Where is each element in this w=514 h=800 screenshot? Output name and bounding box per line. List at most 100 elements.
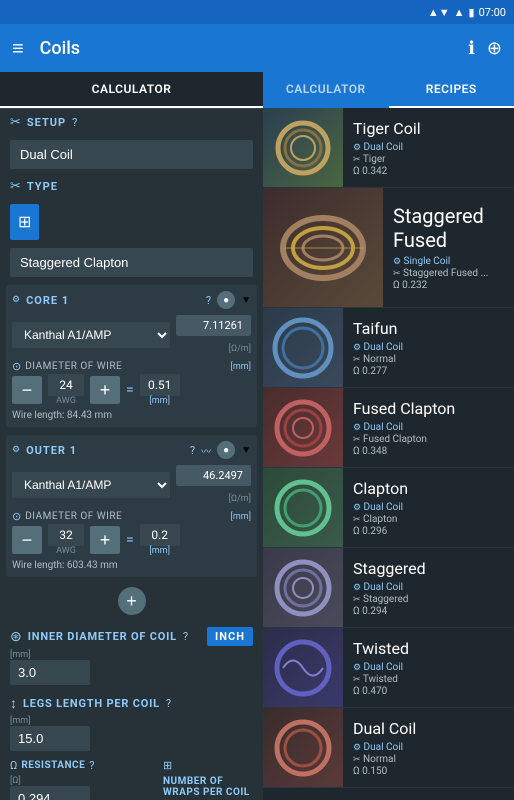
core1-mm-value: 0.51 <box>140 374 180 396</box>
outer1-chevron[interactable]: ▼ <box>241 445 251 456</box>
outer1-awg-value: 32 <box>48 524 84 546</box>
core1-diam-label-row: ⊙ DIAMETER OF WIRE <box>12 359 122 374</box>
legs-title: LEGS LENGTH PER COIL <box>23 697 160 710</box>
wraps-header: ⊞ NUMBER OF WRAPS PER COIL ? Wraps <box>163 759 253 800</box>
core1-toggle[interactable]: ● <box>217 291 235 309</box>
outer1-actions: ? 〰 ● ▼ <box>190 441 251 459</box>
outer1-awg-display: 32 AWG <box>48 524 84 556</box>
outer1-label: OUTER 1 <box>26 444 184 457</box>
tab-calculator-right[interactable]: CALCULATOR <box>263 72 389 108</box>
outer1-minus-button[interactable]: − <box>12 526 42 554</box>
core1-chevron[interactable]: ▼ <box>241 295 251 306</box>
recipe-setup: ⚙ Dual Coil <box>353 422 504 433</box>
status-bar: ▲▼ ▲ ▮ 07:00 <box>0 0 514 24</box>
recipe-info: Taifun ⚙ Dual Coil✂ NormalΩ 0.277 <box>343 308 514 387</box>
recipe-item[interactable]: Taifun ⚙ Dual Coil✂ NormalΩ 0.277 <box>263 308 514 388</box>
recipe-meta: ⚙ Dual Coil✂ NormalΩ 0.277 <box>353 342 504 377</box>
recipe-ohm: Ω 0.470 <box>353 686 504 697</box>
recipe-type: ✂ Staggered <box>353 594 504 605</box>
recipes-panel: CALCULATOR RECIPES Tiger Coil ⚙ Dual Coil… <box>263 72 514 800</box>
legs-question: ? <box>166 697 171 710</box>
recipe-ohm: Ω 0.294 <box>353 606 504 617</box>
inner-diam-input[interactable] <box>10 660 90 685</box>
recipe-item[interactable]: Twisted⚙ Dual Coil✂ TwistedΩ 0.470 <box>263 628 514 708</box>
tab-recipes[interactable]: RECIPES <box>389 72 514 108</box>
recipe-item[interactable]: Clapton⚙ Dual Coil✂ ClaptonΩ 0.296 <box>263 468 514 548</box>
inner-diam-question: ? <box>183 630 188 643</box>
core1-mm-display: 0.51 [mm] <box>140 374 180 406</box>
type-section: ⊞ <box>0 200 263 244</box>
core1-awg-display: 24 AWG <box>48 374 84 406</box>
recipe-ohm: Ω 0.296 <box>353 526 504 537</box>
recipe-item[interactable]: Fused Clapton⚙ Dual Coil✂ Fused ClaptonΩ… <box>263 388 514 468</box>
tabs-bar: CALCULATOR RECIPES <box>263 72 514 108</box>
type-section-header: ✂ TYPE <box>0 173 263 200</box>
core1-plus-button[interactable]: + <box>90 376 120 404</box>
recipe-setup: ⚙ Dual Coil <box>353 142 504 153</box>
outer1-diam-label: DIAMETER OF WIRE <box>25 509 122 524</box>
recipe-ohm: Ω 0.348 <box>353 446 504 457</box>
outer1-wire-select[interactable]: Kanthal A1/AMP <box>12 472 170 498</box>
recipe-ohm: Ω 0.150 <box>353 766 504 777</box>
recipe-thumbnail <box>263 708 343 788</box>
resistance-input[interactable] <box>10 786 90 800</box>
setup-dropdown[interactable]: Dual Coil <box>10 140 253 169</box>
recipe-item[interactable]: Tiger Coil⚙ Dual Coil✂ TigerΩ 0.342 <box>263 108 514 188</box>
recipe-info: Clapton⚙ Dual Coil✂ ClaptonΩ 0.296 <box>343 468 514 547</box>
outer1-toggle[interactable]: ● <box>217 441 235 459</box>
recipe-item[interactable]: Staggered Fused⚙ Single Coil✂ Staggered … <box>263 188 514 308</box>
recipe-info: Tiger Coil⚙ Dual Coil✂ TigerΩ 0.342 <box>343 108 514 187</box>
outer1-plus-button[interactable]: + <box>90 526 120 554</box>
recipe-name: Tiger Coil <box>353 119 504 138</box>
resistance-section: Ω RESISTANCE ? [Ω] ⊞ NUMBER OF WRAPS PER… <box>0 755 263 800</box>
recipe-thumbnail <box>263 468 343 548</box>
recipe-name: Taifun <box>353 319 504 338</box>
setup-question: ? <box>72 116 77 129</box>
recipe-thumbnail <box>263 548 343 628</box>
coil-type-dropdown[interactable]: Staggered Clapton <box>10 248 253 277</box>
core1-awg-value: 24 <box>48 374 84 396</box>
recipe-ohm: Ω 0.232 <box>393 280 504 291</box>
outer1-header: ⚙ OUTER 1 ? 〰 ● ▼ <box>12 441 251 459</box>
omega-icon: Ω <box>10 759 17 772</box>
recipe-setup: ⚙ Dual Coil <box>353 742 504 753</box>
menu-button[interactable]: ≡ <box>12 36 24 61</box>
type-grid: ⊞ <box>10 204 253 240</box>
inner-diam-icon: ⊛ <box>10 629 22 645</box>
core1-actions: ? ● ▼ <box>206 291 251 309</box>
resistance-label: RESISTANCE <box>21 760 85 771</box>
recipe-meta: ⚙ Dual Coil✂ ClaptonΩ 0.296 <box>353 502 504 537</box>
grid-view-button[interactable]: ⊞ <box>10 204 39 240</box>
tab-calculator[interactable]: CALCULATOR <box>0 72 263 108</box>
core1-minus-button[interactable]: − <box>12 376 42 404</box>
inch-toggle-button[interactable]: INCH <box>207 627 253 646</box>
core1-mm-unit: [mm] <box>149 396 170 406</box>
resistance-group: Ω RESISTANCE ? [Ω] <box>10 759 153 800</box>
legs-input[interactable] <box>10 726 90 751</box>
recipe-name: Staggered <box>353 559 504 578</box>
inner-diam-header: ⊛ INNER DIAMETER OF COIL ? INCH <box>10 627 253 646</box>
outer1-mm-display: 0.2 [mm] <box>140 524 180 556</box>
outer1-wire-length: Wire length: 603.43 mm <box>12 560 251 571</box>
recipe-info: Dual Coil⚙ Dual Coil✂ NormalΩ 0.150 <box>343 708 514 787</box>
add-coil-button[interactable]: + <box>118 587 146 615</box>
database-button[interactable]: ⊕ <box>487 38 502 59</box>
recipe-item[interactable]: Dual Coil⚙ Dual Coil✂ NormalΩ 0.150 <box>263 708 514 788</box>
recipe-thumbnail <box>263 628 343 708</box>
app-bar: ≡ Coils ℹ ⊕ <box>0 24 514 72</box>
recipe-name: Fused Clapton <box>353 399 504 418</box>
legs-header: ↕ LEGS LENGTH PER COIL ? <box>10 695 253 712</box>
core1-wire-select[interactable]: Kanthal A1/AMP <box>12 322 170 348</box>
recipe-item[interactable]: Staggered⚙ Dual Coil✂ StaggeredΩ 0.294 <box>263 548 514 628</box>
outer1-mm-unit: [mm] <box>149 546 170 556</box>
core1-resistance: 7.11261 [Ω/m] <box>176 315 251 355</box>
core1-awg-label: AWG <box>56 396 76 406</box>
recipe-name: Twisted <box>353 639 504 658</box>
recipe-meta: ⚙ Dual Coil✂ NormalΩ 0.150 <box>353 742 504 777</box>
core1-equals: = <box>126 382 134 398</box>
recipe-name: Staggered Fused <box>393 204 504 252</box>
info-button[interactable]: ℹ <box>468 38 475 59</box>
main-content: CALCULATOR ✂ SETUP ? Dual Coil ✂ TYPE ⊞ … <box>0 72 514 800</box>
recipe-type: ✂ Staggered Fused ... <box>393 268 504 279</box>
recipe-setup: ⚙ Dual Coil <box>353 342 504 353</box>
